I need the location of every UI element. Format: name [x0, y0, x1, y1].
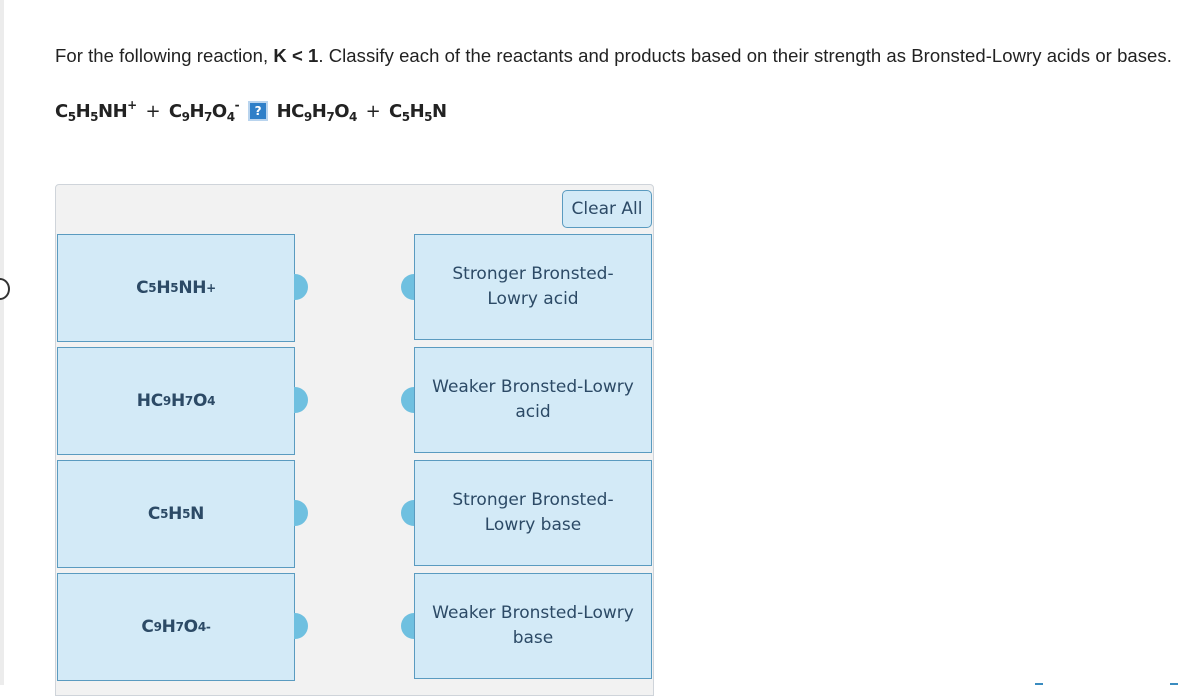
category-stronger-acid[interactable]: Stronger Bronsted- Lowry acid: [414, 234, 652, 340]
product-hc9h7o4: HC9H7O4: [276, 101, 358, 124]
question-text: For the following reaction, K < 1. Class…: [55, 45, 1172, 67]
question-suffix: . Classify each of the reactants and pro…: [318, 45, 1172, 66]
left-scroll-strip: [0, 0, 4, 685]
term-item[interactable]: C5H5N: [57, 460, 295, 568]
term-item[interactable]: C 5 H 5 NH +: [57, 234, 295, 342]
term-item[interactable]: HC 9 H 7 O 4: [57, 347, 295, 455]
question-prefix: For the following reaction,: [55, 45, 274, 66]
category-stronger-base[interactable]: Stronger Bronsted- Lowry base: [414, 460, 652, 566]
category-weaker-base[interactable]: Weaker Bronsted-Lowry base: [414, 573, 652, 679]
plus-sign: +: [365, 101, 381, 122]
category-weaker-acid[interactable]: Weaker Bronsted-Lowry acid: [414, 347, 652, 453]
product-c5h5n: C5H5N: [389, 101, 447, 124]
reaction-equation: C5H5NH+ + C9H7O4- ? HC9H7O4 + C5H5N: [55, 98, 447, 124]
term-item[interactable]: C9H7O4-: [57, 573, 295, 681]
reactant-c9h7o4: C9H7O4-: [168, 98, 240, 124]
reactant-c5h5nh: C5H5NH+: [55, 98, 137, 124]
equilibrium-arrow-placeholder-icon: ?: [247, 101, 268, 121]
left-drag-handle[interactable]: [0, 278, 10, 300]
k-condition: K < 1: [273, 45, 319, 66]
plus-sign: +: [145, 101, 161, 122]
clear-all-button[interactable]: Clear All: [562, 190, 652, 228]
